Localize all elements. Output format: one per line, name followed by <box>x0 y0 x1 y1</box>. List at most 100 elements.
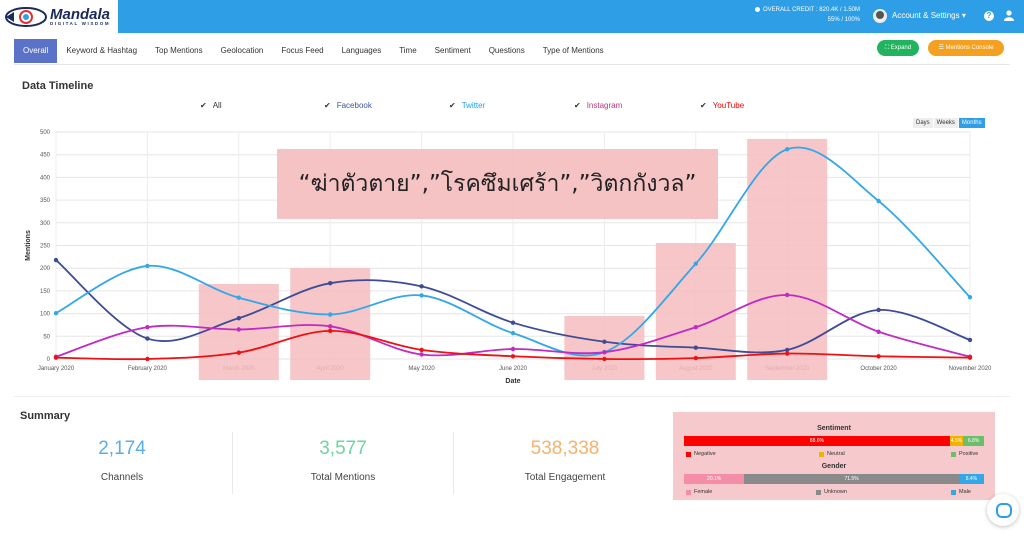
data-point-youtube <box>328 328 333 334</box>
data-point-twitter <box>145 263 150 269</box>
data-point-youtube <box>602 356 607 362</box>
data-point-youtube <box>510 354 516 359</box>
sentiment-legend-neutral: Neutral <box>819 451 845 457</box>
sentiment-bar-segment: 4.5% <box>949 436 964 446</box>
gender-bar-segment: 20.1% <box>684 474 745 484</box>
highlight-box-september-2020 <box>747 139 828 380</box>
legend-swatch <box>951 451 956 457</box>
legend-swatch <box>819 451 824 457</box>
x-tick-label: February 2020 <box>128 366 168 372</box>
legend-label: Unknown <box>824 489 847 495</box>
channels-label: Channels <box>100 472 144 483</box>
data-point-facebook <box>510 320 516 325</box>
x-tick-label: November 2020 <box>949 366 992 372</box>
data-point-instagram <box>602 349 607 355</box>
total-mentions-label: Total Mentions <box>310 472 376 483</box>
gender-legend-female: Female <box>686 489 712 495</box>
data-point-twitter <box>53 310 59 316</box>
data-point-twitter <box>967 295 973 300</box>
data-point-youtube <box>53 355 59 360</box>
data-point-twitter <box>419 293 424 298</box>
data-point-twitter <box>236 295 241 300</box>
total-engagement-label: Total Engagement <box>524 472 606 483</box>
sentiment-bar-segment: 88.6% <box>684 436 950 446</box>
data-point-facebook <box>236 315 241 321</box>
gender-title: Gender <box>821 463 847 470</box>
x-tick-label: June 2020 <box>499 366 528 372</box>
legend-label: Male <box>959 489 971 495</box>
highlight-box-july-2020 <box>564 316 645 380</box>
legend-label: Female <box>694 489 713 495</box>
x-tick-label: January 2020 <box>38 366 75 372</box>
y-axis-title: Mentions <box>25 230 32 261</box>
y-tick-label: 500 <box>40 130 51 136</box>
data-point-instagram <box>328 324 333 329</box>
y-tick-label: 450 <box>40 153 51 159</box>
data-point-facebook <box>967 337 973 343</box>
sentiment-legend-positive: Positive <box>951 451 978 457</box>
y-tick-label: 350 <box>40 198 51 204</box>
y-tick-label: 200 <box>40 266 51 272</box>
y-tick-label: 250 <box>40 244 51 250</box>
data-point-twitter <box>693 261 698 266</box>
y-tick-label: 300 <box>40 221 51 227</box>
legend-label: Negative <box>694 451 716 457</box>
data-point-twitter <box>328 312 333 317</box>
data-point-facebook <box>419 284 424 289</box>
total-mentions-value: 3,577 <box>319 438 367 459</box>
data-point-instagram <box>419 352 424 357</box>
legend-swatch <box>686 451 691 457</box>
keyword-overlay: “ฆ่าตัวตาย”,”โรคซึมเศร้า”,”วิตกกังวล” <box>298 171 697 197</box>
data-point-facebook <box>145 336 150 341</box>
y-tick-label: 50 <box>43 334 50 340</box>
data-point-youtube <box>785 351 790 356</box>
legend-label: Positive <box>959 451 979 457</box>
gender-legend-unknown: Unknown <box>816 489 847 495</box>
sentiment-gender-panel: Sentiment 88.6% 4.5% 6.8% Negative Neutral… <box>673 412 995 500</box>
data-point-youtube <box>693 355 698 361</box>
sentiment-legend-negative: Negative <box>686 451 716 457</box>
data-point-instagram <box>785 292 790 298</box>
sentiment-bar: 88.6% 4.5% 6.8% <box>684 436 984 446</box>
data-point-youtube <box>876 354 881 359</box>
data-point-facebook <box>876 307 881 313</box>
data-point-twitter <box>876 198 881 204</box>
x-tick-label: May 2020 <box>408 366 435 372</box>
summary-divider <box>14 396 1010 397</box>
channels-value: 2,174 <box>98 438 146 459</box>
summary-separator <box>232 432 233 494</box>
legend-label: Neutral <box>827 451 845 457</box>
data-point-youtube <box>236 350 241 355</box>
data-point-twitter <box>785 147 790 152</box>
legend-swatch <box>816 489 821 495</box>
data-point-youtube <box>967 355 973 360</box>
y-tick-label: 100 <box>40 312 51 318</box>
x-tick-label: October 2020 <box>860 366 897 372</box>
total-engagement-value: 538,338 <box>530 438 600 459</box>
y-tick-label: 0 <box>47 357 51 363</box>
summary-separator <box>453 432 454 494</box>
data-point-instagram <box>236 327 241 332</box>
gender-bar-segment: 8.4% <box>958 474 984 484</box>
sentiment-title: Sentiment <box>817 425 851 432</box>
gender-bar-segment: 71.5% <box>744 474 959 484</box>
legend-swatch <box>951 489 956 495</box>
y-tick-label: 150 <box>40 289 51 295</box>
chat-support-button[interactable] <box>987 494 1019 526</box>
data-point-facebook <box>693 345 698 350</box>
gender-bar: 20.1% 71.5% 8.4% <box>684 474 984 484</box>
data-point-youtube <box>145 356 150 362</box>
data-point-instagram <box>693 325 698 330</box>
data-point-instagram <box>876 329 881 334</box>
data-point-youtube <box>419 347 424 353</box>
summary-title: Summary <box>20 410 71 422</box>
gender-legend-male: Male <box>951 489 971 495</box>
data-point-instagram <box>145 325 150 330</box>
data-point-instagram <box>510 346 516 352</box>
y-tick-label: 400 <box>40 175 51 181</box>
data-point-facebook <box>328 280 333 286</box>
data-point-facebook <box>53 257 59 263</box>
x-axis-title: Date <box>505 378 520 385</box>
sentiment-bar-segment: 6.8% <box>963 436 984 446</box>
legend-swatch <box>686 489 691 495</box>
